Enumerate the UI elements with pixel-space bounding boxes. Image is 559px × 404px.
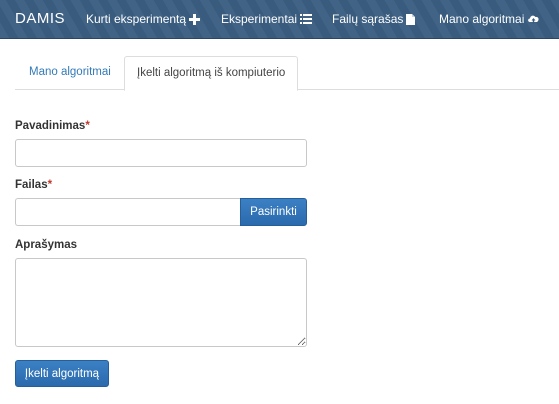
nav-my-algorithms[interactable]: Mano algoritmai [439, 12, 540, 26]
name-label: Pavadinimas* [15, 120, 90, 132]
browse-button[interactable]: Pasirinkti [240, 198, 307, 226]
nav-create-experiment[interactable]: Kurti eksperimentą [86, 12, 201, 26]
top-navbar: DAMIS Kurti eksperimentą Eksperimentai F… [0, 0, 559, 39]
nav-experiments[interactable]: Eksperimentai [221, 12, 313, 26]
description-label-text: Aprašymas [15, 239, 78, 251]
file-path-input[interactable] [15, 198, 241, 226]
tab-my-algorithms[interactable]: Mano algoritmai [17, 56, 123, 90]
brand-logo[interactable]: DAMIS [15, 10, 65, 27]
plus-icon [189, 13, 201, 25]
required-marker: * [85, 120, 90, 132]
required-marker: * [47, 179, 53, 191]
name-input[interactable] [15, 139, 307, 167]
list-icon [300, 14, 313, 24]
file-label: Failas* [15, 179, 52, 191]
file-label-text: Failas [15, 179, 48, 191]
name-label-text: Pavadinimas [15, 120, 86, 132]
description-label: Aprašymas [15, 239, 77, 251]
nav-file-list-label: Failų sąrašas [332, 12, 404, 26]
tab-bar: Mano algoritmai Įkelti algoritmą iš komp… [15, 56, 559, 91]
file-icon [406, 13, 416, 25]
description-textarea[interactable] [15, 258, 307, 347]
tab-upload-algorithm[interactable]: Įkelti algoritmą iš kompiuterio [124, 56, 299, 91]
upload-algorithm-button[interactable]: Įkelti algoritmą [15, 360, 109, 387]
nav-experiments-label: Eksperimentai [221, 12, 298, 26]
nav-file-list[interactable]: Failų sąrašas [332, 12, 416, 26]
cloud-upload-icon [527, 14, 540, 25]
nav-my-algorithms-label: Mano algoritmai [439, 12, 525, 26]
nav-create-experiment-label: Kurti eksperimentą [86, 12, 187, 26]
